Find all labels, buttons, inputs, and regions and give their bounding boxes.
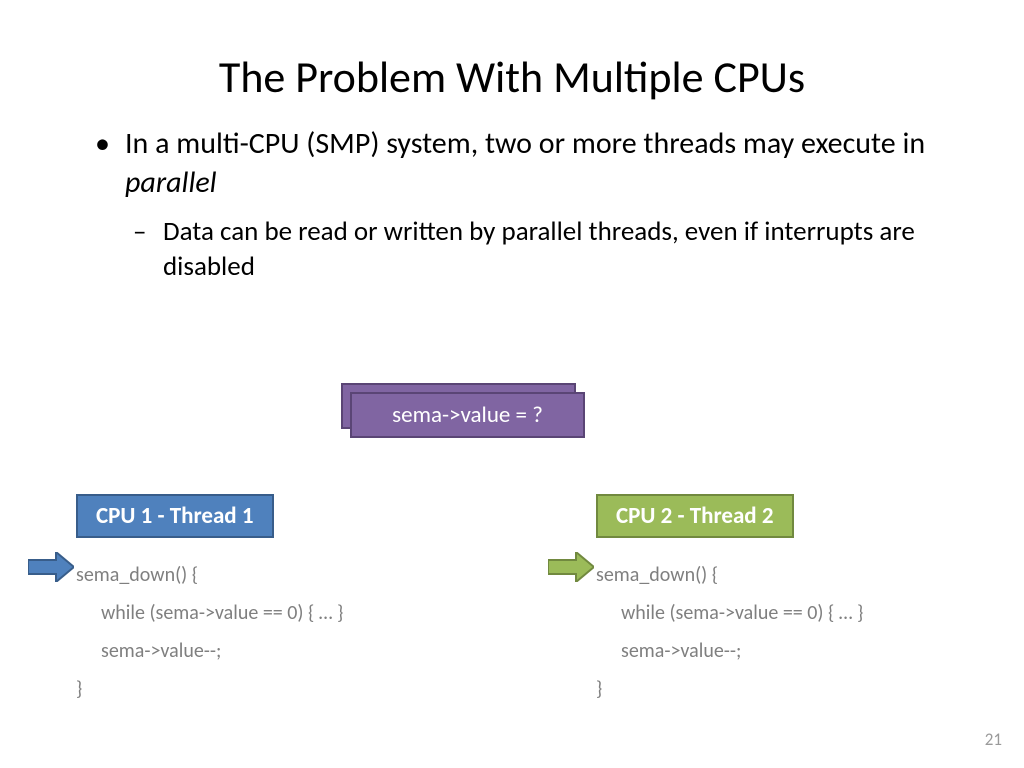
bullet-main-text: In a multi-CPU (SMP) system, two or more… [125,125,925,162]
arrow-green-icon [548,552,594,582]
cpu2-column: CPU 2 - Thread 2 sema_down() { while (se… [596,494,1016,708]
slide-title: The Problem With Multiple CPUs [0,0,1024,124]
code-line: sema_down() { [596,556,1016,594]
code-line: while (sema->value == 0) { … } [76,594,496,632]
cpu1-code: sema_down() { while (sema->value == 0) {… [76,556,496,708]
code-line: } [76,670,496,708]
code-line: } [596,670,1016,708]
slide-content: In a multi-CPU (SMP) system, two or more… [0,124,1024,284]
code-line: sema_down() { [76,556,496,594]
code-line: sema->value--; [76,632,496,670]
bullet-main-em: parallel [125,164,217,201]
bullet-sub: Data can be read or written by parallel … [95,214,954,284]
cpu2-code: sema_down() { while (sema->value == 0) {… [596,556,1016,708]
bullet-main: In a multi-CPU (SMP) system, two or more… [95,124,954,202]
cpu1-header: CPU 1 - Thread 1 [76,494,274,538]
page-number: 21 [985,729,1002,750]
sema-value-box-front: sema->value = ? [350,392,585,438]
code-line: sema->value--; [596,632,1016,670]
arrow-blue-icon [28,552,74,582]
code-line: while (sema->value == 0) { … } [596,594,1016,632]
sema-value-box: sema->value = ? [350,392,585,438]
cpu2-header: CPU 2 - Thread 2 [596,494,794,538]
cpu1-column: CPU 1 - Thread 1 sema_down() { while (se… [76,494,496,708]
